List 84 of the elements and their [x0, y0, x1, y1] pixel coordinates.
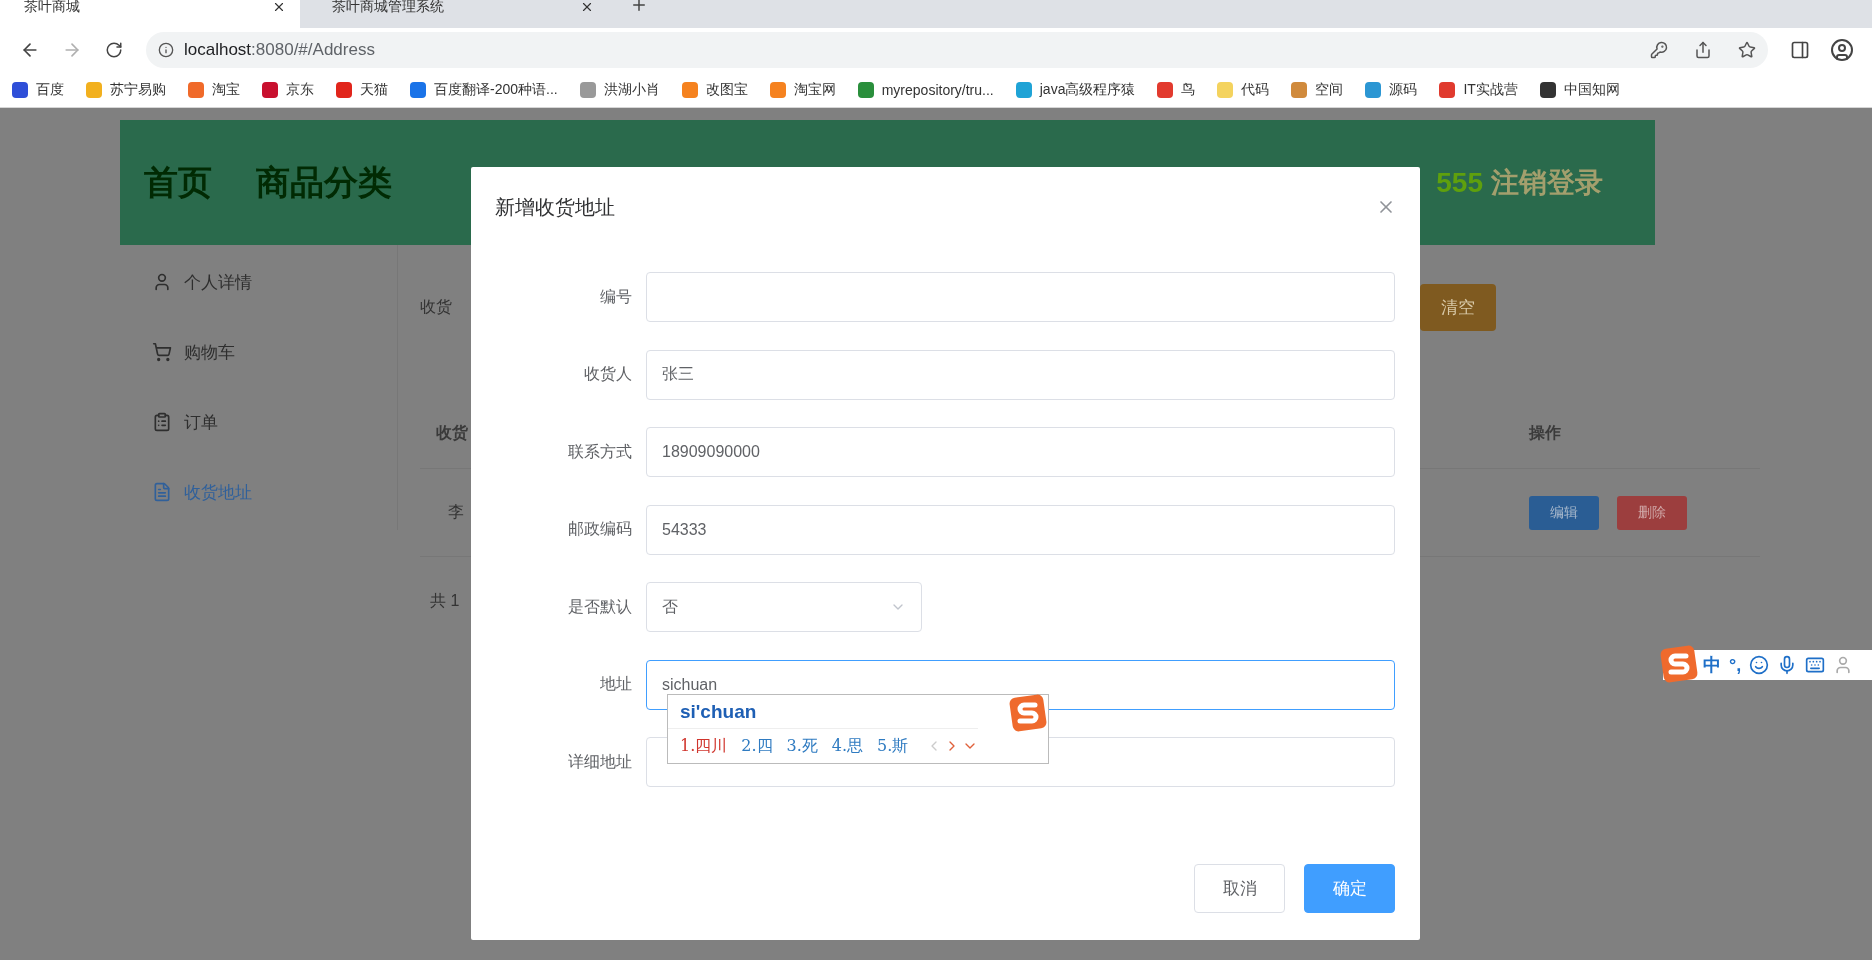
keyboard-icon[interactable] [1805, 655, 1826, 675]
bookmark-icon [681, 81, 698, 98]
field-label: 联系方式 [567, 441, 633, 462]
clear-button[interactable]: 清空 [1420, 283, 1496, 331]
side-panel-icon [1790, 40, 1810, 60]
search-label: 收货 [420, 296, 452, 317]
ime-candidate[interactable]: 2.四 [741, 735, 773, 757]
bookmark-link[interactable]: 空间 [1291, 80, 1344, 99]
document-icon [152, 482, 172, 502]
ime-candidate[interactable]: 4.思 [831, 735, 864, 757]
column-header: 操作 [1529, 423, 1562, 443]
bookmark-link[interactable]: 改图宝 [681, 80, 748, 99]
field-label: 邮政编码 [567, 519, 633, 539]
info-icon[interactable] [158, 42, 174, 58]
plus-icon[interactable] [630, 0, 648, 14]
field-label: 地址 [599, 674, 633, 694]
field-label: 是否默认 [567, 596, 633, 617]
bookmark-link[interactable]: 源码 [1365, 80, 1418, 99]
select-field[interactable]: 否 [646, 582, 922, 632]
column-header: 收货 [436, 423, 469, 444]
sidebar-item[interactable]: 订单 [120, 387, 397, 457]
input-field[interactable]: 54333 [646, 504, 1395, 555]
bookmark-icon [188, 81, 204, 98]
bookmark-link[interactable]: 百度 [12, 80, 64, 99]
ime-mode-toggle[interactable]: 中 [1703, 653, 1721, 677]
bookmark-link[interactable]: 苏宁易购 [86, 80, 166, 99]
cart-icon [152, 342, 172, 362]
bookmark-icon [1157, 81, 1174, 98]
bookmark-icon [262, 81, 278, 98]
bookmark-link[interactable]: 鸟 [1157, 80, 1196, 99]
sidebar-item[interactable]: 个人详情 [120, 247, 397, 317]
bookmark-link[interactable]: 代码 [1217, 80, 1270, 99]
punctuation-toggle[interactable]: °, [1729, 654, 1742, 676]
user-icon [152, 272, 172, 292]
bookmark-icon [1439, 81, 1456, 98]
bookmark-link[interactable]: 京东 [262, 80, 314, 99]
browser-tab[interactable]: 茶叶商城 [0, 0, 300, 28]
table-cell-text: 李 [447, 502, 464, 522]
star-icon[interactable] [1738, 41, 1756, 59]
key-icon[interactable] [1650, 41, 1668, 59]
bookmark-icon [857, 81, 874, 98]
bookmark-link[interactable]: 中国知网 [1539, 80, 1620, 99]
field-label: 编号 [599, 286, 633, 307]
cancel-button[interactable]: 取消 [1194, 864, 1285, 913]
bookmark-icon [1539, 81, 1556, 98]
user-name: 555 [1436, 166, 1483, 199]
bookmark-icon [86, 81, 102, 98]
bookmark-icon [769, 81, 786, 98]
bookmark-icon [1291, 81, 1308, 98]
close-icon[interactable] [272, 0, 286, 14]
bookmark-icon [1217, 81, 1234, 98]
ime-candidate[interactable]: 1.四川 [680, 735, 728, 757]
bookmark-icon [579, 81, 596, 98]
clipboard-icon [152, 412, 172, 432]
bookmark-link[interactable]: myrepository/tru... [857, 81, 994, 98]
pagination-total: 共 1 [430, 592, 460, 609]
bookmark-link[interactable]: 淘宝 [188, 80, 240, 99]
edit-button[interactable]: 编辑 [1529, 495, 1599, 530]
input-field[interactable] [646, 272, 1395, 322]
reload-icon [105, 41, 123, 59]
profile-icon [1830, 38, 1854, 62]
bookmark-icon [12, 81, 28, 98]
bookmark-link[interactable]: 百度翻译-200种语... [410, 80, 558, 99]
bookmark-link[interactable]: 洪湖小肖 [579, 80, 660, 99]
bookmark-link[interactable]: 淘宝网 [769, 80, 836, 99]
input-field[interactable]: 18909090000 [646, 427, 1395, 477]
bookmark-link[interactable]: IT实战营 [1439, 80, 1518, 99]
ime-candidate[interactable]: 3.死 [786, 735, 818, 757]
address-bar[interactable]: localhost:8080/#/Address [146, 32, 1768, 68]
sidebar-item[interactable]: 购物车 [120, 317, 397, 387]
close-icon[interactable] [580, 0, 594, 14]
bookmark-link[interactable]: 天猫 [336, 80, 388, 99]
bookmark-icon [336, 81, 352, 98]
field-label: 详细地址 [567, 751, 633, 772]
dialog-title: 新增收货地址 [495, 194, 615, 220]
smiley-icon[interactable] [1749, 655, 1770, 675]
bookmark-link[interactable]: java高级程序猿 [1015, 80, 1136, 99]
bookmark-icon [1015, 81, 1032, 98]
bookmark-icon [410, 81, 426, 98]
bookmark-icon [1365, 81, 1382, 98]
input-field[interactable]: 张三 [646, 349, 1395, 400]
share-icon[interactable] [1694, 41, 1712, 59]
field-label: 收货人 [583, 364, 633, 384]
ime-candidate[interactable]: 5.斯 [877, 735, 909, 757]
